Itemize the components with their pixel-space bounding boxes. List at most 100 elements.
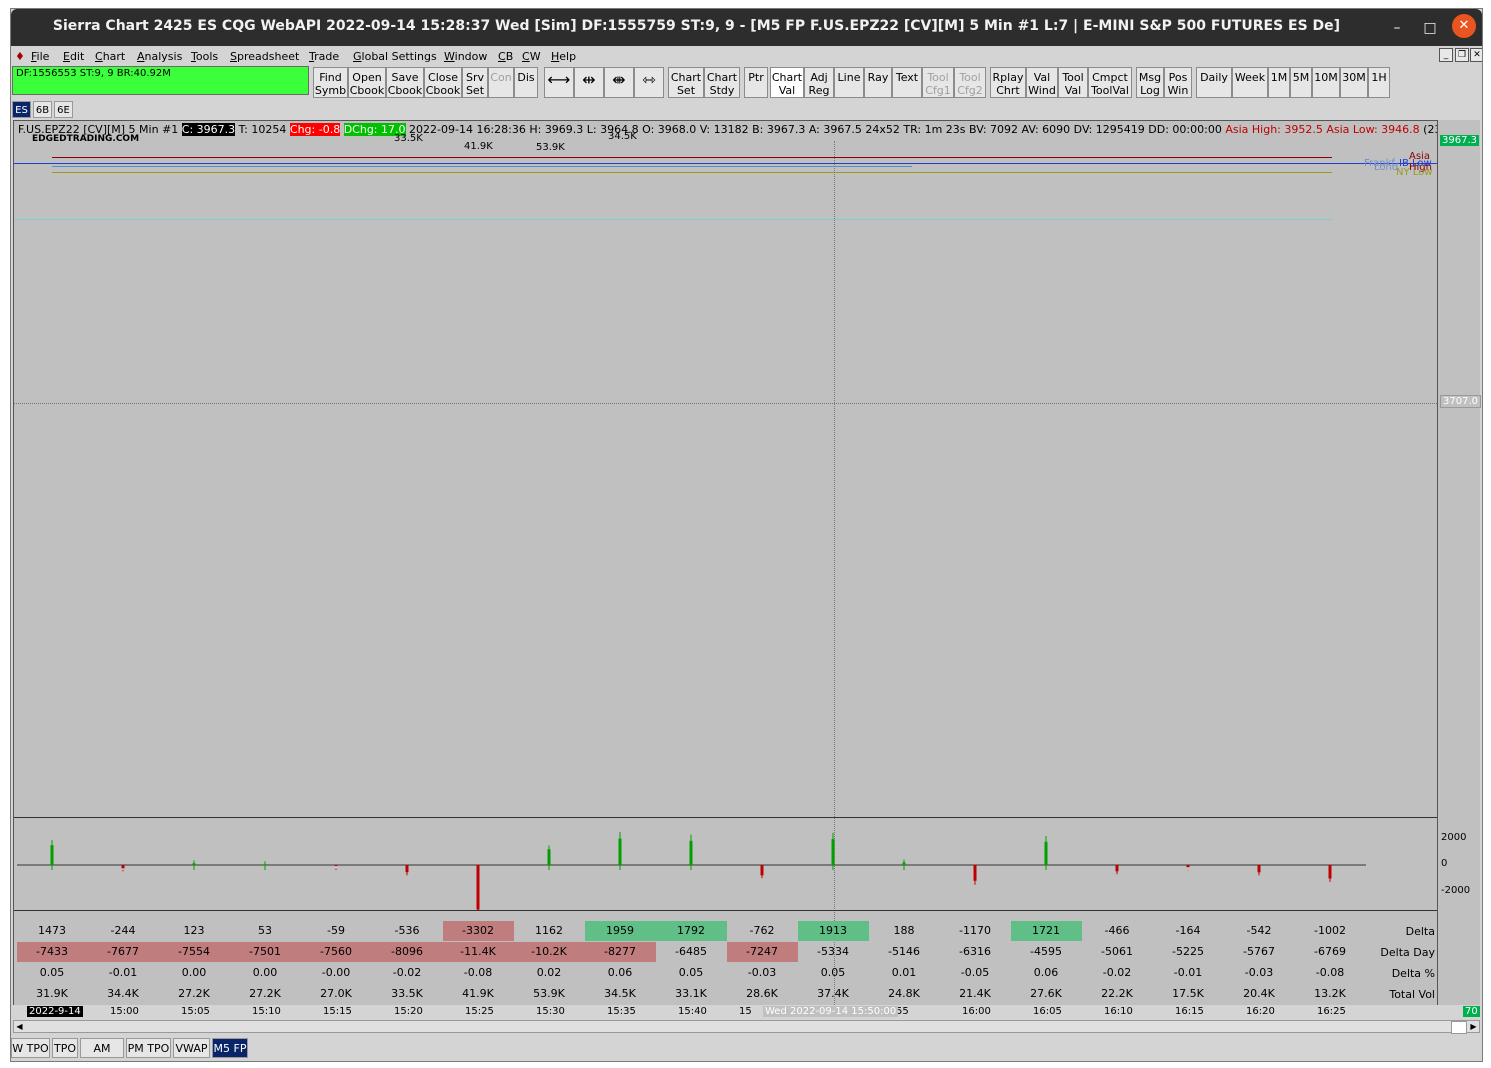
delta-bar [1044,841,1048,865]
ray-button[interactable]: Ray [864,67,892,98]
shift-icon[interactable]: ⇿ [634,67,664,98]
mdi-minimize-icon[interactable]: _ [1439,48,1453,62]
table-cell: 1913 [797,921,869,941]
symbol-tab-6e[interactable]: 6E [54,101,73,118]
price-scale[interactable]: 3967.3 3707.0 2000 0 -2000 [1438,120,1481,1010]
menu-tools[interactable]: Tools [191,50,218,63]
delta-bar [831,839,835,865]
vol-label: 33.5K [394,133,423,144]
tool-cfg2-button[interactable]: Tool Cfg2 [954,67,986,98]
delta-bar [1186,865,1190,868]
info-bar-values: 2022-09-14 16:28:36 H: 3969.3 L: 3964.8 … [409,123,1222,136]
chart-stdy-button[interactable]: Chart Stdy [704,67,740,98]
symbol-tabs: ES 6B 6E [11,101,211,119]
expand-left-icon[interactable]: ⟷ [544,67,574,98]
menu-help[interactable]: Help [551,50,576,63]
table-cell: 188 [893,924,915,937]
chart-tab-m5-fp[interactable]: M5 FP [212,1038,248,1058]
table-cell: -11.4K [442,942,514,962]
tool-cfg1-button[interactable]: Tool Cfg1 [922,67,954,98]
table-cell: -164 [1175,924,1201,937]
10m-button[interactable]: 10M [1312,67,1340,98]
app-icon: ♦ [15,50,25,63]
maximize-icon[interactable]: □ [1419,17,1441,39]
menu-edit[interactable]: Edit [63,50,84,63]
menu-spreadsheet[interactable]: Spreadsheet [230,50,299,63]
menu-analysis[interactable]: Analysis [137,50,182,63]
table-cell: -6769 [1314,945,1346,958]
time-axis-label: 16:00 [962,1006,991,1017]
chart-tab-w-tpo[interactable]: W TPO [11,1038,50,1058]
table-cell: -3302 [442,921,514,941]
tool-val-button[interactable]: Tool Val [1058,67,1088,98]
cmpct-toolval-button[interactable]: Cmpct ToolVal [1088,67,1132,98]
scroll-left-icon[interactable]: ◀ [14,1021,25,1032]
ptr-button[interactable]: Ptr [744,67,768,98]
chart-tab-tpo[interactable]: TPO [52,1038,78,1058]
table-cell: 53.9K [533,987,565,1000]
logo-text: EDGEDTRADING.COM [32,134,140,144]
window-title: Sierra Chart 2425 ES CQG WebAPI 2022-09-… [52,18,1341,34]
menu-trade[interactable]: Trade [309,50,339,63]
menu-cw[interactable]: CW [522,50,541,63]
title-bar[interactable]: Sierra Chart 2425 ES CQG WebAPI 2022-09-… [11,9,1482,46]
menu-cb[interactable]: CB [498,50,513,63]
table-cell: -0.08 [463,966,493,979]
msg-log-button[interactable]: Msg Log [1136,67,1164,98]
line-button[interactable]: Line [834,67,864,98]
menu-chart[interactable]: Chart [95,50,125,63]
delta-bar [405,865,409,873]
chart-tab-vwap[interactable]: VWAP [173,1038,210,1058]
table-row-label: Delta % [1391,967,1435,980]
table-cell: 123 [183,924,205,937]
table-cell: 27.2K [178,987,210,1000]
scroll-thumb[interactable] [1451,1021,1467,1034]
1h-button[interactable]: 1H [1368,67,1390,98]
info-trades: T: 10254 [238,123,287,136]
menu-file[interactable]: File [31,50,49,63]
con-button[interactable]: Con [488,67,514,98]
symbol-tab-6b[interactable]: 6B [33,101,52,118]
menu-global-settings[interactable]: Global Settings [353,50,437,63]
chart-info-bar: F.US.EPZ22 [CV][M] 5 Min #1 C: 3967.3 T:… [18,123,1437,136]
expand-both-icon[interactable]: ⇹ [574,67,604,98]
chart-val-button[interactable]: Chart Val [770,67,804,98]
table-cell: -536 [394,924,420,937]
close-cbook-button[interactable]: Close Cbook [424,67,462,98]
30m-button[interactable]: 30M [1340,67,1368,98]
adj-reg-button[interactable]: Adj Reg [804,67,834,98]
rplay-chrt-button[interactable]: Rplay Chrt [990,67,1026,98]
time-axis-label: 15:05 [181,1006,210,1017]
text-button[interactable]: Text [892,67,922,98]
scroll-right-icon[interactable]: ▶ [1468,1021,1479,1032]
menu-window[interactable]: Window [444,50,487,63]
chart-tab-pm-tpo[interactable]: PM TPO [126,1038,171,1058]
1m-button[interactable]: 1M [1268,67,1290,98]
chart-tab-am-tpo[interactable]: AM TPO [80,1038,124,1058]
val-wind-button[interactable]: Val Wind [1026,67,1058,98]
crosshair-time-tag: Wed 2022-09-14 15:50:00 [763,1006,899,1017]
symbol-tab-es[interactable]: ES [12,101,31,118]
chart-set-button[interactable]: Chart Set [668,67,704,98]
close-icon[interactable]: ✕ [1452,14,1476,38]
daily-button[interactable]: Daily [1196,67,1232,98]
time-axis-label: 16:20 [1246,1006,1275,1017]
horizontal-scrollbar[interactable]: ◀ ▶ [13,1020,1480,1034]
dis-button[interactable]: Dis [514,67,538,98]
pos-win-button[interactable]: Pos Win [1164,67,1192,98]
compress-icon[interactable]: ⇼ [604,67,634,98]
corner-tag: 70 [1463,1006,1480,1017]
chart-area[interactable]: F.US.EPZ22 [CV][M] 5 Min #1 C: 3967.3 T:… [13,120,1438,1010]
save-cbook-button[interactable]: Save Cbook [386,67,424,98]
toolbar: DF:1556553 ST:9, 9 BR:40.92M Find Symb Op… [11,65,1482,101]
open-cbook-button[interactable]: Open Cbook [348,67,386,98]
table-cell: -542 [1246,924,1272,937]
minimize-icon[interactable]: – [1386,17,1408,39]
week-button[interactable]: Week [1232,67,1268,98]
5m-button[interactable]: 5M [1290,67,1312,98]
table-cell: 1162 [535,924,563,937]
mdi-close-icon[interactable]: ✕ [1470,48,1482,62]
srv-set-button[interactable]: Srv Set [462,67,488,98]
find-symb-button[interactable]: Find Symb [313,67,348,98]
mdi-restore-icon[interactable]: ❐ [1455,48,1469,62]
